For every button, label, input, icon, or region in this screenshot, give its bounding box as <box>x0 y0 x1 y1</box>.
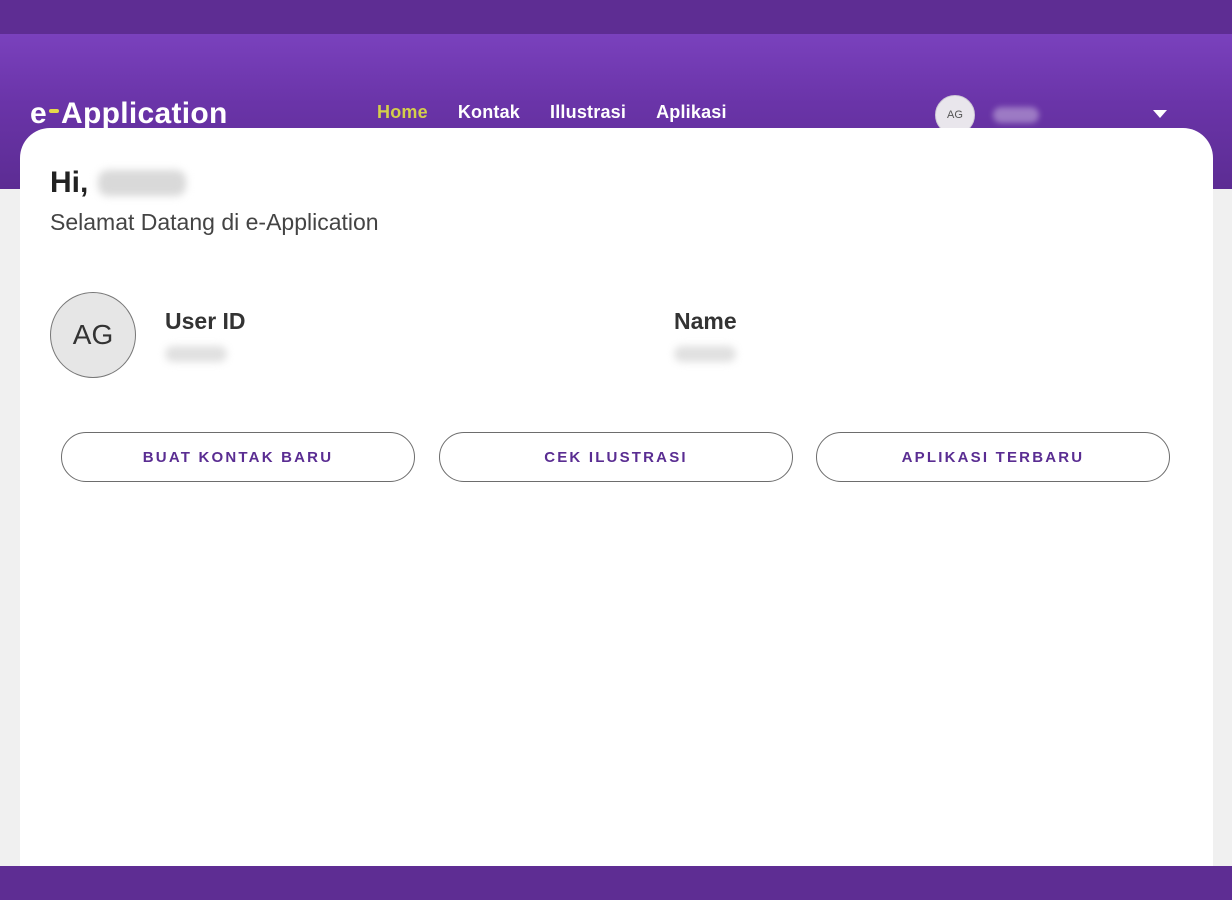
aplikasi-terbaru-button[interactable]: APLIKASI TERBARU <box>816 432 1170 482</box>
profile-avatar: AG <box>50 292 136 378</box>
name-label: Name <box>674 308 737 334</box>
brand-prefix: e <box>30 97 47 130</box>
name-value-redacted <box>674 346 736 362</box>
main-card: Hi, Selamat Datang di e-Application AG U… <box>20 128 1213 866</box>
top-strip <box>0 0 1232 34</box>
cek-ilustrasi-button[interactable]: CEK ILUSTRASI <box>439 432 793 482</box>
greeting-heading: Hi, <box>50 166 187 200</box>
header-user-name-redacted <box>993 107 1039 123</box>
welcome-subtitle: Selamat Datang di e-Application <box>50 209 379 235</box>
main-nav: Home Kontak Illustrasi Aplikasi <box>377 102 727 135</box>
greeting-name-redacted <box>98 170 187 196</box>
nav-aplikasi[interactable]: Aplikasi <box>656 102 727 131</box>
nav-home[interactable]: Home <box>377 102 428 135</box>
buat-kontak-baru-button[interactable]: BUAT KONTAK BARU <box>61 432 415 482</box>
chevron-down-icon[interactable] <box>1153 110 1167 118</box>
app-window: e Application Home Kontak Illustrasi Apl… <box>0 0 1232 900</box>
greeting-text: Hi, <box>50 166 89 199</box>
nav-kontak[interactable]: Kontak <box>458 102 520 131</box>
user-id-value-redacted <box>165 346 227 362</box>
brand-dash-mark <box>49 109 59 113</box>
user-id-label: User ID <box>165 308 246 334</box>
brand-name: Application <box>61 97 228 130</box>
bottom-bar <box>0 866 1232 900</box>
nav-illustrasi[interactable]: Illustrasi <box>550 102 626 131</box>
